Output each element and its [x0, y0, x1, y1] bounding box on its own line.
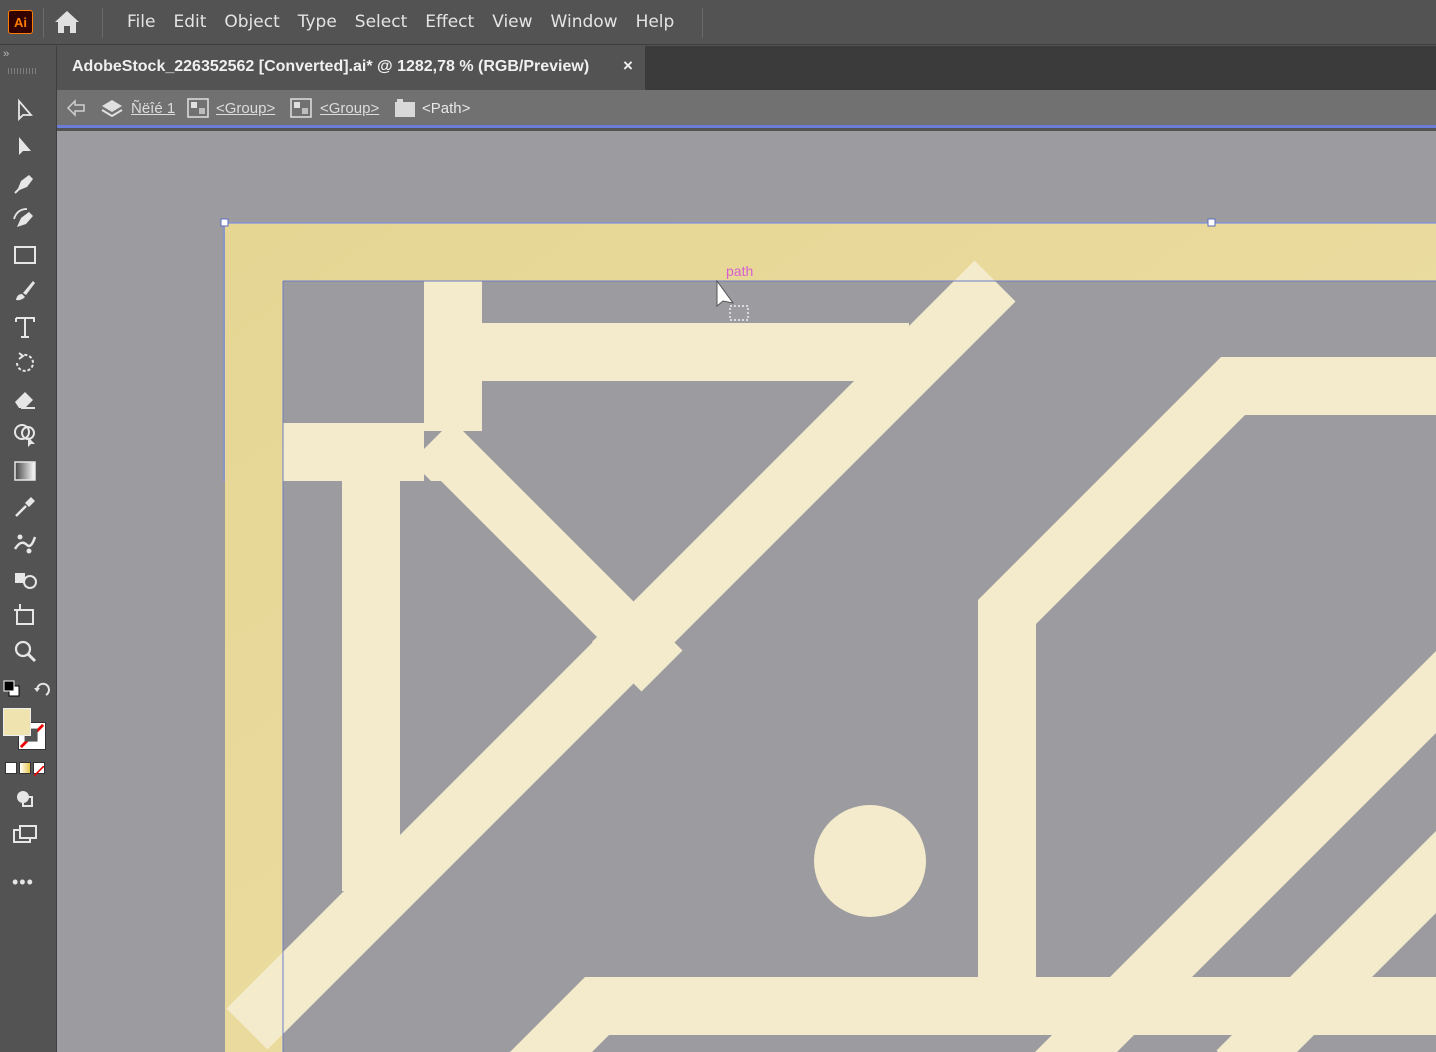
illustrator-logo: Ai — [8, 10, 33, 34]
menu-view[interactable]: View — [483, 0, 541, 45]
bounding-box-handle[interactable] — [1207, 218, 1216, 227]
back-arrow-icon[interactable] — [65, 98, 87, 118]
breadcrumb-group-1[interactable]: <Group> — [216, 100, 275, 117]
cursor-icon — [716, 279, 749, 321]
screen-mode-icon[interactable] — [8, 820, 42, 850]
fill-swatch[interactable] — [3, 708, 31, 736]
divider — [702, 8, 703, 38]
zoom-tool-icon[interactable] — [8, 636, 42, 666]
menu-type[interactable]: Type — [289, 0, 346, 45]
group-icon — [187, 98, 209, 118]
gradient-mode-icon[interactable] — [19, 762, 31, 774]
document-tab-bar: AdobeStock_226352562 [Converted].ai* @ 1… — [57, 46, 1436, 90]
path-icon — [394, 98, 416, 118]
smart-guide-label: path — [726, 263, 754, 279]
home-icon[interactable] — [53, 9, 81, 35]
menu-effect[interactable]: Effect — [416, 0, 483, 45]
color-mode-icon[interactable] — [5, 762, 17, 774]
pen-tool-icon[interactable] — [8, 168, 42, 198]
tools-panel: ›› ••• — [0, 46, 57, 1052]
divider — [43, 8, 44, 38]
symbol-sprayer-tool-icon[interactable] — [8, 564, 42, 594]
selection-tool-icon[interactable] — [8, 96, 42, 126]
puppet-warp-tool-icon[interactable] — [8, 528, 42, 558]
close-tab-button[interactable]: × — [623, 56, 633, 76]
menu-edit[interactable]: Edit — [164, 0, 215, 45]
artboard-tool-icon[interactable] — [8, 600, 42, 630]
curvature-tool-icon[interactable] — [8, 204, 42, 234]
menu-object[interactable]: Object — [215, 0, 288, 45]
layers-icon — [101, 98, 123, 118]
menu-file[interactable]: File — [118, 0, 164, 45]
breadcrumb-layer[interactable]: Ñëîé 1 — [131, 100, 175, 117]
panel-grip[interactable] — [8, 68, 38, 74]
document-tab[interactable]: AdobeStock_226352562 [Converted].ai* @ 1… — [57, 46, 645, 90]
group-icon — [290, 98, 312, 118]
edit-toolbar-button[interactable]: ••• — [12, 872, 34, 893]
menu-window[interactable]: Window — [542, 0, 627, 45]
menu-items: File Edit Object Type Select Effect View… — [118, 0, 683, 45]
rectangle-tool-icon[interactable] — [8, 240, 42, 270]
default-fill-stroke-icon[interactable] — [3, 680, 21, 698]
draw-mode-icon[interactable] — [8, 784, 42, 814]
menu-bar: Ai File Edit Object Type Select Effect V… — [0, 0, 1436, 45]
swap-fill-stroke-icon[interactable] — [32, 680, 52, 700]
paintbrush-tool-icon[interactable] — [8, 276, 42, 306]
breadcrumb-path: <Path> — [422, 100, 471, 117]
collapse-panel-button[interactable]: ›› — [3, 48, 9, 60]
circle-shape[interactable] — [814, 805, 926, 917]
breadcrumb-group-2[interactable]: <Group> — [320, 100, 379, 117]
eyedropper-tool-icon[interactable] — [8, 492, 42, 522]
menu-select[interactable]: Select — [346, 0, 416, 45]
type-tool-icon[interactable] — [8, 312, 42, 342]
document-tab-title: AdobeStock_226352562 [Converted].ai* @ 1… — [72, 58, 590, 75]
isolation-mode-bar: Ñëîé 1 <Group> <Group> <Path> — [57, 90, 1436, 128]
menu-help[interactable]: Help — [627, 0, 684, 45]
rotate-tool-icon[interactable] — [8, 348, 42, 378]
direct-selection-tool-icon[interactable] — [8, 132, 42, 162]
none-mode-icon[interactable] — [33, 762, 45, 777]
shape-builder-tool-icon[interactable] — [8, 420, 42, 450]
artboard-canvas[interactable]: path — [57, 131, 1436, 1052]
bounding-box-handle[interactable] — [220, 218, 229, 227]
divider — [102, 8, 103, 38]
eraser-tool-icon[interactable] — [8, 384, 42, 414]
gradient-tool-icon[interactable] — [8, 456, 42, 486]
